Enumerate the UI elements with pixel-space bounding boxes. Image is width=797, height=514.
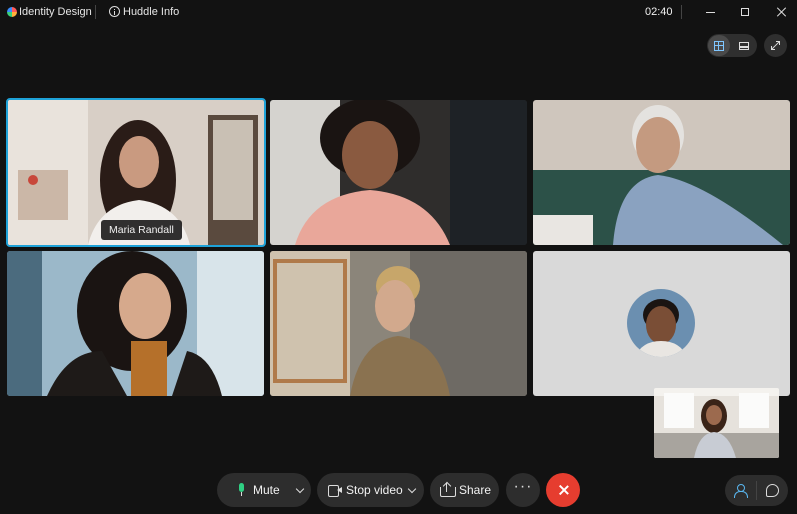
- app-title: Identity Design: [19, 6, 92, 18]
- chevron-down-icon[interactable]: [295, 484, 305, 494]
- more-options-button[interactable]: ···: [506, 473, 540, 507]
- self-video: [654, 388, 779, 458]
- microphone-icon: [237, 483, 245, 497]
- stage-layout-button[interactable]: [733, 35, 755, 56]
- participant-video-5: [270, 251, 527, 396]
- video-tile-5[interactable]: [270, 251, 527, 396]
- participant-video-4: [7, 251, 264, 396]
- call-timer: 02:40: [645, 6, 673, 18]
- chat-button[interactable]: [757, 475, 788, 506]
- participant-name-tag: Maria Randall: [101, 220, 182, 240]
- app-logo-icon: [7, 7, 17, 17]
- close-window-button[interactable]: [764, 0, 797, 24]
- self-view[interactable]: [654, 388, 779, 458]
- title-divider-right: [681, 5, 682, 19]
- expand-icon: [771, 41, 780, 50]
- stage-icon: [739, 41, 749, 50]
- minimize-button[interactable]: [693, 0, 727, 24]
- video-tile-2[interactable]: [270, 100, 527, 245]
- participants-button[interactable]: [725, 475, 756, 506]
- stop-video-button[interactable]: Stop video: [317, 473, 424, 507]
- stop-video-label: Stop video: [346, 483, 403, 497]
- info-icon[interactable]: [109, 6, 120, 17]
- huddle-info-link[interactable]: Huddle Info: [123, 6, 179, 18]
- maximize-icon: [741, 8, 749, 16]
- end-call-icon: [558, 485, 568, 495]
- more-icon: ···: [513, 478, 533, 495]
- side-panel-toggles: [725, 475, 788, 506]
- participant-video-2: [270, 100, 527, 245]
- chat-icon: [766, 484, 779, 497]
- grid-icon: [714, 40, 724, 51]
- layout-toggle: [707, 34, 757, 57]
- participant-video-3: [533, 100, 790, 245]
- camera-icon: [328, 485, 342, 497]
- video-tile-4[interactable]: [7, 251, 264, 396]
- close-icon: [776, 7, 786, 17]
- chevron-down-icon[interactable]: [407, 484, 417, 494]
- title-divider: [95, 5, 96, 19]
- fullscreen-button[interactable]: [764, 34, 787, 57]
- end-call-button[interactable]: [546, 473, 580, 507]
- video-tile-3[interactable]: [533, 100, 790, 245]
- participants-icon: [733, 484, 748, 498]
- maximize-button[interactable]: [728, 0, 762, 24]
- mute-button[interactable]: Mute: [217, 473, 311, 507]
- minimize-icon: [705, 11, 715, 13]
- share-button[interactable]: Share: [430, 473, 499, 507]
- avatar: [627, 289, 695, 357]
- share-label: Share: [459, 483, 492, 497]
- grid-layout-button[interactable]: [708, 35, 730, 56]
- mute-label: Mute: [253, 483, 280, 497]
- avatar-image: [627, 289, 695, 357]
- title-bar: Identity Design Huddle Info 02:40: [0, 0, 797, 25]
